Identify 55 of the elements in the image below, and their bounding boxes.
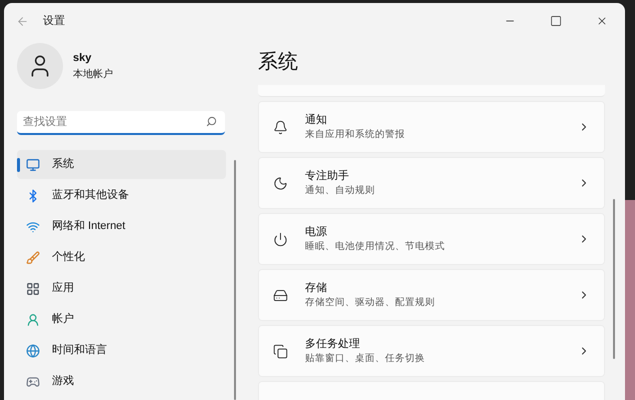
- page-title: 系统: [258, 50, 299, 75]
- card-subtitle: 来自应用和系统的警报: [305, 128, 406, 142]
- sidebar-item[interactable]: 时间和语言: [17, 336, 226, 365]
- settings-card[interactable]: 多任务处理 贴靠窗口、桌面、任务切换: [258, 325, 605, 377]
- card-subtitle: 睡眠、电池使用情况、节电模式: [305, 240, 446, 254]
- card-title: 存储: [305, 280, 328, 296]
- window-title: 设置: [43, 14, 65, 29]
- sidebar-label: 游戏: [52, 374, 74, 390]
- card-title: 电源: [305, 224, 328, 240]
- back-icon[interactable]: [16, 14, 29, 28]
- settings-card[interactable]: 存储 存储空间、驱动器、配置规则: [258, 269, 605, 321]
- sidebar-label: 网络和 Internet: [52, 219, 126, 234]
- power-icon: [273, 232, 288, 246]
- apps-icon: [26, 282, 40, 296]
- person-icon: [26, 312, 40, 326]
- sidebar-item[interactable]: 网络和 Internet: [17, 212, 226, 241]
- moon-icon: [273, 176, 288, 190]
- globe-icon: [26, 344, 40, 358]
- selection-indicator: [17, 158, 20, 172]
- card-title: 多任务处理: [305, 336, 361, 352]
- brush-icon: [26, 250, 40, 264]
- sidebar-item[interactable]: 帐户: [17, 305, 226, 334]
- sidebar-item[interactable]: 游戏: [17, 367, 226, 396]
- sidebar-item[interactable]: 应用: [17, 274, 226, 303]
- card-subtitle: 贴靠窗口、桌面、任务切换: [305, 352, 426, 366]
- card-title: 通知: [305, 112, 328, 128]
- sidebar-label: 时间和语言: [52, 342, 107, 358]
- sidebar-label: 应用: [52, 280, 74, 296]
- scrollbar[interactable]: [613, 199, 615, 359]
- sidebar-item[interactable]: 个性化: [17, 243, 226, 272]
- sidebar-label: 个性化: [52, 250, 85, 266]
- wifi-icon: [26, 220, 40, 234]
- settings-card[interactable]: 电源 睡眠、电池使用情况、节电模式: [258, 213, 605, 265]
- search-icon: [206, 116, 217, 127]
- maximize-icon: [550, 15, 562, 27]
- card-subtitle: 通知、自动规则: [305, 184, 376, 198]
- card-subtitle: 存储空间、驱动器、配置规则: [305, 296, 436, 310]
- sidebar-label: 蓝牙和其他设备: [52, 188, 129, 204]
- settings-card[interactable]: 专注助手 通知、自动规则: [258, 157, 605, 209]
- scrollbar[interactable]: [234, 160, 236, 400]
- sidebar-item[interactable]: 蓝牙和其他设备: [17, 181, 226, 210]
- gamepad-icon: [26, 374, 40, 388]
- card-title: 专注助手: [305, 168, 350, 184]
- account-type: 本地帐户: [73, 68, 113, 82]
- windows-icon: [273, 344, 288, 358]
- sidebar-label: 帐户: [52, 312, 74, 328]
- close-icon: [596, 15, 608, 27]
- sidebar-item[interactable]: 系统: [17, 150, 226, 179]
- sidebar-label: 系统: [52, 156, 74, 172]
- settings-card[interactable]: 通知 来自应用和系统的警报: [258, 101, 605, 153]
- user-name: sky: [73, 51, 92, 66]
- bell-icon: [273, 120, 288, 134]
- monitor-icon: [26, 158, 40, 172]
- search-field[interactable]: 查找设置: [17, 111, 225, 135]
- drive-icon: [273, 288, 288, 302]
